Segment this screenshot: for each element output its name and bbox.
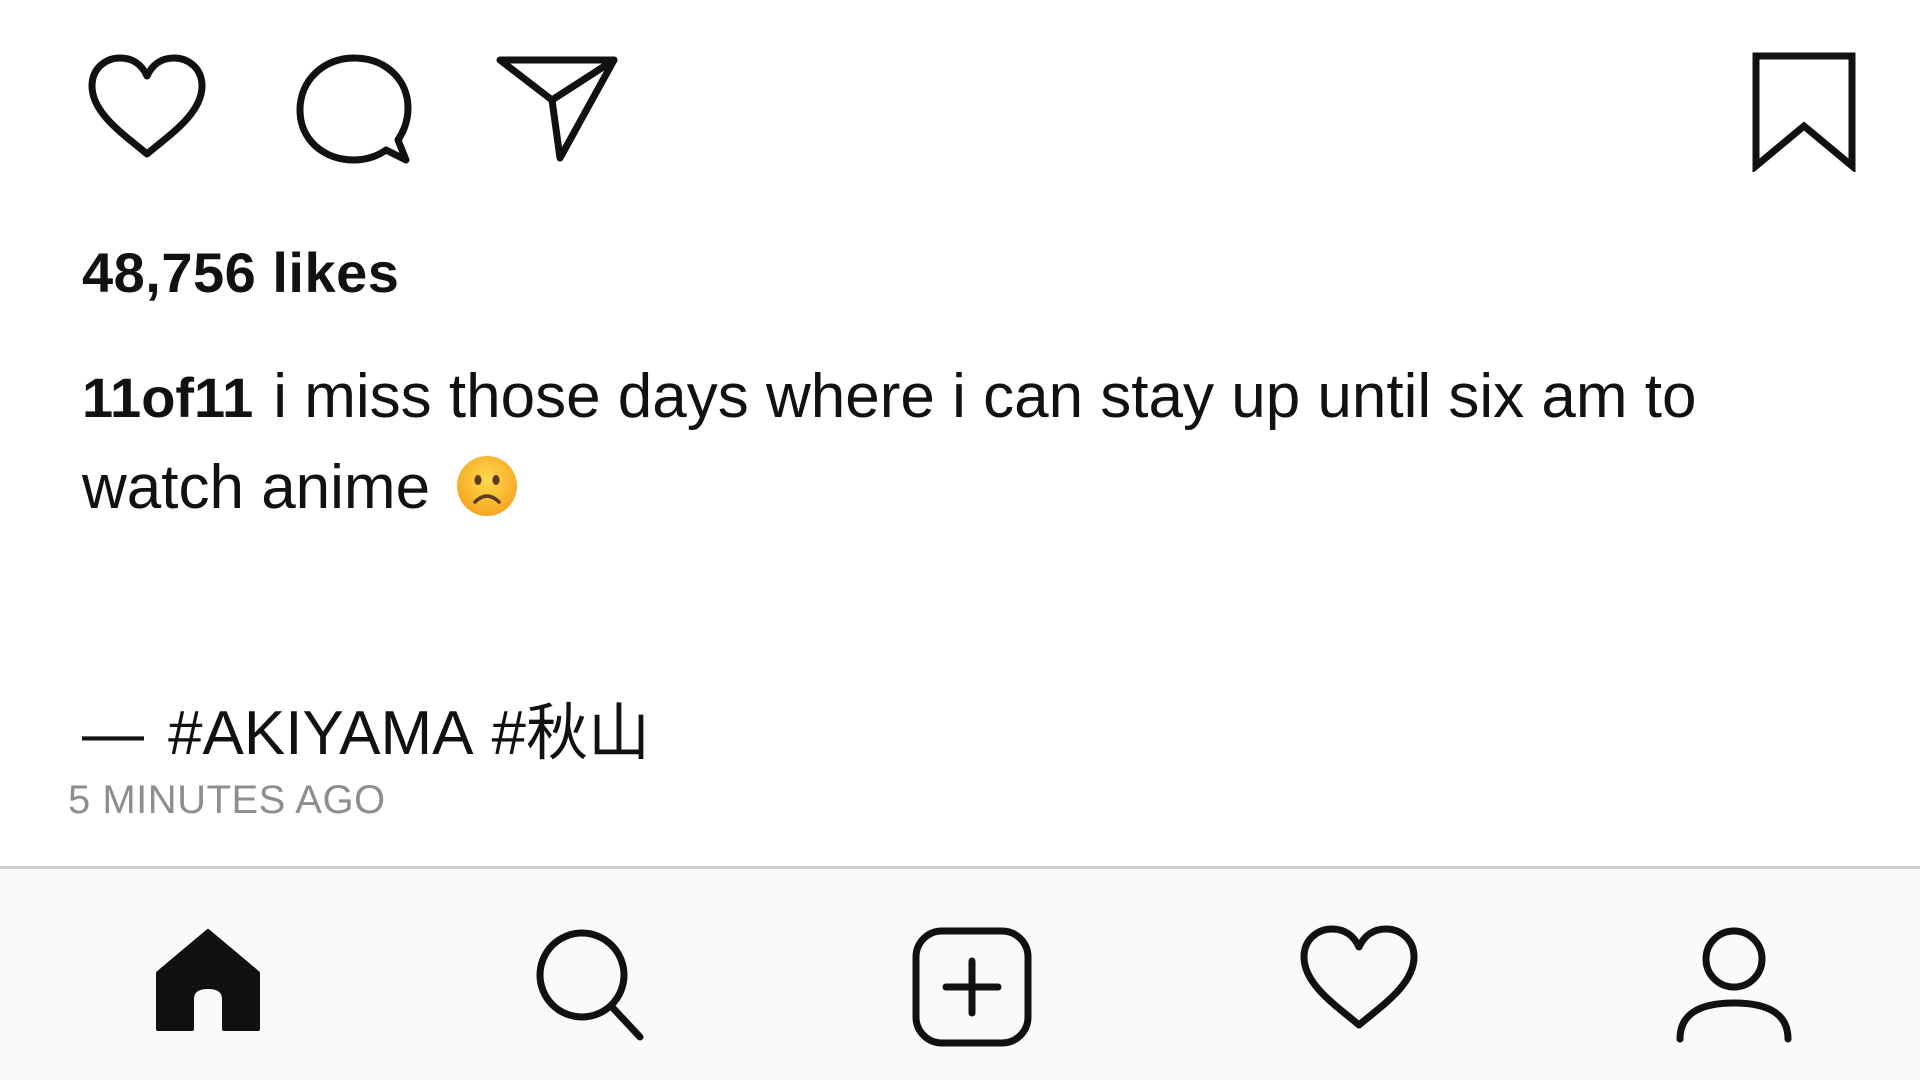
activity-heart-icon: [1300, 925, 1418, 1029]
post-caption: 11of11 i miss those days where i can stay…: [82, 352, 1862, 533]
new-post-icon: [912, 927, 1032, 1047]
comment-bubble-icon[interactable]: [294, 52, 414, 168]
bottom-tab-bar: [0, 866, 1920, 1080]
post: 48,756 likes 11of11 i miss those days whe…: [0, 0, 1920, 866]
bookmark-icon[interactable]: [1750, 50, 1858, 172]
profile-icon: [1676, 927, 1792, 1043]
heart-outline-icon[interactable]: [86, 54, 208, 160]
tab-new-post[interactable]: [868, 869, 1068, 1083]
frowning-face-emoji-icon: [455, 453, 519, 517]
tab-profile[interactable]: [1630, 869, 1830, 1083]
hashtag-akiyama[interactable]: #AKIYAMA: [168, 699, 474, 768]
likes-count[interactable]: 48,756 likes: [82, 240, 399, 305]
post-hashtags: — #AKIYAMA #秋山: [82, 682, 668, 772]
tab-search[interactable]: [486, 869, 686, 1083]
home-icon: [156, 929, 260, 1031]
paper-plane-icon[interactable]: [494, 52, 620, 164]
post-action-row: [0, 0, 1920, 200]
search-icon: [536, 929, 644, 1041]
caption-text: i miss those days where i can stay up un…: [82, 362, 1697, 522]
tab-home[interactable]: [106, 869, 306, 1083]
hashtag-akiyama-kanji[interactable]: #秋山: [492, 699, 650, 768]
em-dash: —: [82, 699, 144, 768]
caption-username[interactable]: 11of11: [82, 366, 253, 429]
post-timestamp: 5 MINUTES AGO: [68, 778, 386, 822]
tab-activity[interactable]: [1256, 869, 1456, 1083]
